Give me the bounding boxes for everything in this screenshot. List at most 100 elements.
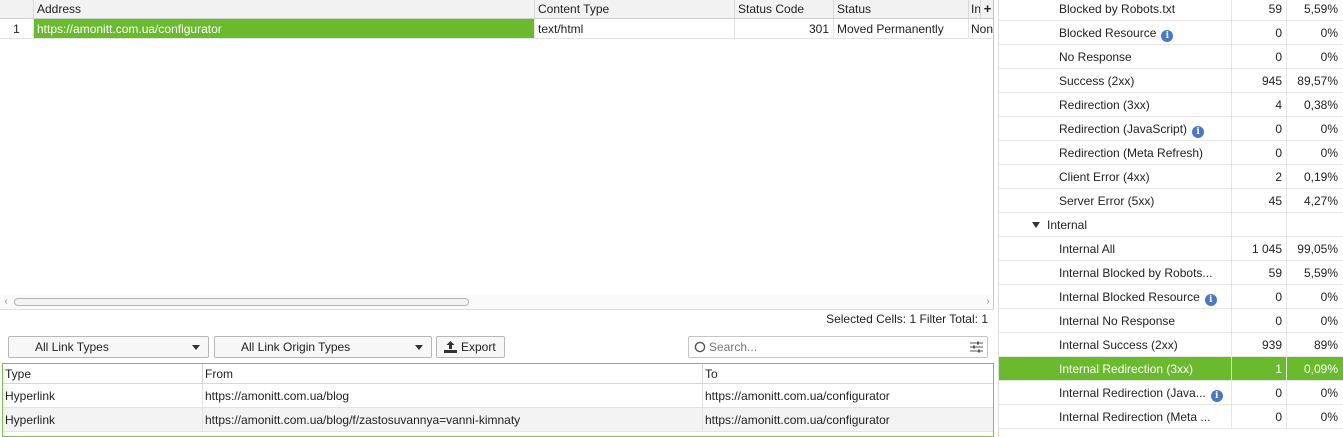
overview-row[interactable]: Redirection (JavaScript) i 0 0%: [999, 117, 1343, 141]
overview-row-percent: 0%: [1286, 405, 1341, 429]
overview-row-text: Client Error (4xx): [1059, 170, 1150, 184]
overview-row[interactable]: Blocked Resource i 0 0%: [999, 21, 1343, 45]
overview-row-label: No Response: [1059, 45, 1132, 69]
overview-row-count: 1 045: [1231, 237, 1286, 261]
col-header-to[interactable]: To: [703, 364, 993, 384]
cell-type[interactable]: Hyperlink: [3, 384, 203, 408]
cell-status-code[interactable]: 301: [735, 19, 834, 39]
cell-status[interactable]: Moved Permanently: [834, 19, 969, 39]
overview-row[interactable]: Internal Redirection (3xx) 1 0,09%: [999, 357, 1343, 381]
cell-content-type[interactable]: text/html: [535, 19, 735, 39]
overview-row-text: Blocked Resource: [1059, 26, 1157, 40]
add-column-button[interactable]: +: [981, 0, 993, 19]
overview-row-label: Blocked by Robots.txt: [1059, 0, 1175, 21]
overview-row-text: Internal All: [1059, 242, 1116, 256]
cell-type[interactable]: Hyperlink: [3, 408, 203, 432]
col-header-type[interactable]: Type: [3, 364, 203, 384]
overview-row-count: 0: [1231, 45, 1286, 69]
overview-row-label: Blocked Resource i: [1059, 21, 1174, 45]
search-input[interactable]: [709, 339, 959, 355]
overview-row[interactable]: Internal Blocked Resource i 0 0%: [999, 285, 1343, 309]
overview-row-text: Redirection (3xx): [1059, 98, 1150, 112]
filter-total-label: Filter Total:: [919, 312, 978, 326]
scrollbar-thumb[interactable]: [14, 298, 469, 306]
col-header-content-type[interactable]: Content Type: [535, 0, 735, 19]
col-header-status[interactable]: Status: [834, 0, 969, 19]
link-origin-types-dropdown[interactable]: All Link Origin Types: [214, 336, 432, 358]
overview-row-text: Redirection (JavaScript): [1059, 122, 1188, 136]
section-label: Internal: [1047, 218, 1088, 232]
cell-to[interactable]: https://amonitt.com.ua/configurator: [703, 408, 993, 432]
overview-section-internal[interactable]: Internal: [999, 213, 1343, 237]
selection-info: Selected Cells: 1 Filter Total: 1: [0, 309, 994, 327]
link-types-dropdown[interactable]: All Link Types: [8, 336, 209, 358]
overview-row[interactable]: Internal No Response 0 0%: [999, 309, 1343, 333]
export-button[interactable]: Export: [436, 336, 505, 358]
links-toolbar: All Link Types All Link Origin Types Exp…: [0, 331, 996, 363]
overview-row-text: Redirection (Meta Refresh): [1059, 146, 1204, 160]
search-options-icon[interactable]: [970, 341, 983, 353]
info-icon[interactable]: i: [1204, 294, 1217, 306]
scroll-right-icon[interactable]: ›: [982, 295, 993, 309]
overview-row-percent: 0%: [1286, 117, 1341, 141]
overview-row-text: Server Error (5xx): [1059, 194, 1155, 208]
overview-row-percent: 89%: [1286, 333, 1341, 357]
overview-row-count: 0: [1231, 21, 1286, 45]
cell-address[interactable]: https://amonitt.com.ua/configurator: [34, 19, 535, 39]
overview-row[interactable]: Server Error (5xx) 45 4,27%: [999, 189, 1343, 213]
info-icon[interactable]: i: [1192, 126, 1205, 138]
overview-row[interactable]: Internal Redirection (Meta ... 0 0%: [999, 405, 1343, 429]
search-icon: [694, 341, 706, 353]
cell-to[interactable]: https://amonitt.com.ua/configurator: [703, 384, 993, 408]
col-header-from[interactable]: From: [203, 364, 703, 384]
cell-from[interactable]: https://amonitt.com.ua/blog: [203, 384, 703, 408]
overview-row-count: 59: [1231, 261, 1286, 285]
overview-row[interactable]: Internal Blocked by Robots... 59 5,59%: [999, 261, 1343, 285]
overview-row-label: Internal Blocked Resource i: [1059, 285, 1217, 309]
overview-row-label: Redirection (Meta Refresh): [1059, 141, 1203, 165]
export-label: Export: [461, 340, 496, 354]
overview-row-text: Success (2xx): [1059, 74, 1135, 88]
info-icon[interactable]: i: [1210, 390, 1223, 402]
expand-caret-icon[interactable]: [1032, 222, 1040, 228]
empty-cell: [1286, 213, 1341, 237]
overview-row-count: 0: [1231, 309, 1286, 333]
overview-row-percent: 0%: [1286, 21, 1341, 45]
scroll-left-icon[interactable]: ‹: [0, 295, 12, 309]
overview-panel: Blocked by Robots.txt 59 5,59% Blocked Reso…: [998, 0, 1343, 437]
overview-row-label: Redirection (JavaScript) i: [1059, 117, 1205, 141]
info-icon[interactable]: i: [1161, 30, 1174, 42]
overview-row-text: No Response: [1059, 50, 1132, 64]
overview-row-label: Server Error (5xx): [1059, 189, 1154, 213]
cell-from[interactable]: https://amonitt.com.ua/blog/f/zastosuvan…: [203, 408, 703, 432]
overview-row[interactable]: Redirection (Meta Refresh) 0 0%: [999, 141, 1343, 165]
overview-row[interactable]: Internal Success (2xx) 939 89%: [999, 333, 1343, 357]
chevron-down-icon: [415, 345, 423, 350]
overview-row-text: Internal Success (2xx): [1059, 338, 1178, 352]
overview-row[interactable]: Success (2xx) 945 89,57%: [999, 69, 1343, 93]
overview-row-count: 1: [1231, 357, 1286, 381]
overview-row-label: Internal Redirection (Meta ...: [1059, 405, 1210, 429]
col-header-indexability[interactable]: In: [969, 0, 981, 19]
overview-row[interactable]: Blocked by Robots.txt 59 5,59%: [999, 0, 1343, 21]
search-box[interactable]: [688, 336, 988, 358]
row-number: 1: [0, 19, 34, 39]
filter-total-value: 1: [981, 312, 988, 326]
col-header-address[interactable]: Address: [34, 0, 535, 19]
overview-row-percent: 0,19%: [1286, 165, 1341, 189]
overview-row[interactable]: Client Error (4xx) 2 0,19%: [999, 165, 1343, 189]
overview-row[interactable]: Internal Redirection (Java... i 0 0%: [999, 381, 1343, 405]
overview-row[interactable]: Internal All 1 045 99,05%: [999, 237, 1343, 261]
overview-row[interactable]: No Response 0 0%: [999, 45, 1343, 69]
row-number-header: [0, 0, 34, 19]
overview-row-percent: 0%: [1286, 141, 1341, 165]
cell-indexability[interactable]: Non: [969, 19, 993, 39]
overview-row-percent: 0%: [1286, 381, 1341, 405]
overview-row[interactable]: Redirection (3xx) 4 0,38%: [999, 93, 1343, 117]
overview-row-percent: 89,57%: [1286, 69, 1341, 93]
link-types-value: All Link Types: [35, 340, 109, 354]
col-header-status-code[interactable]: Status Code: [735, 0, 834, 19]
overview-row-percent: 0%: [1286, 285, 1341, 309]
horizontal-scrollbar[interactable]: ‹ ›: [0, 295, 993, 309]
overview-row-count: 0: [1231, 381, 1286, 405]
